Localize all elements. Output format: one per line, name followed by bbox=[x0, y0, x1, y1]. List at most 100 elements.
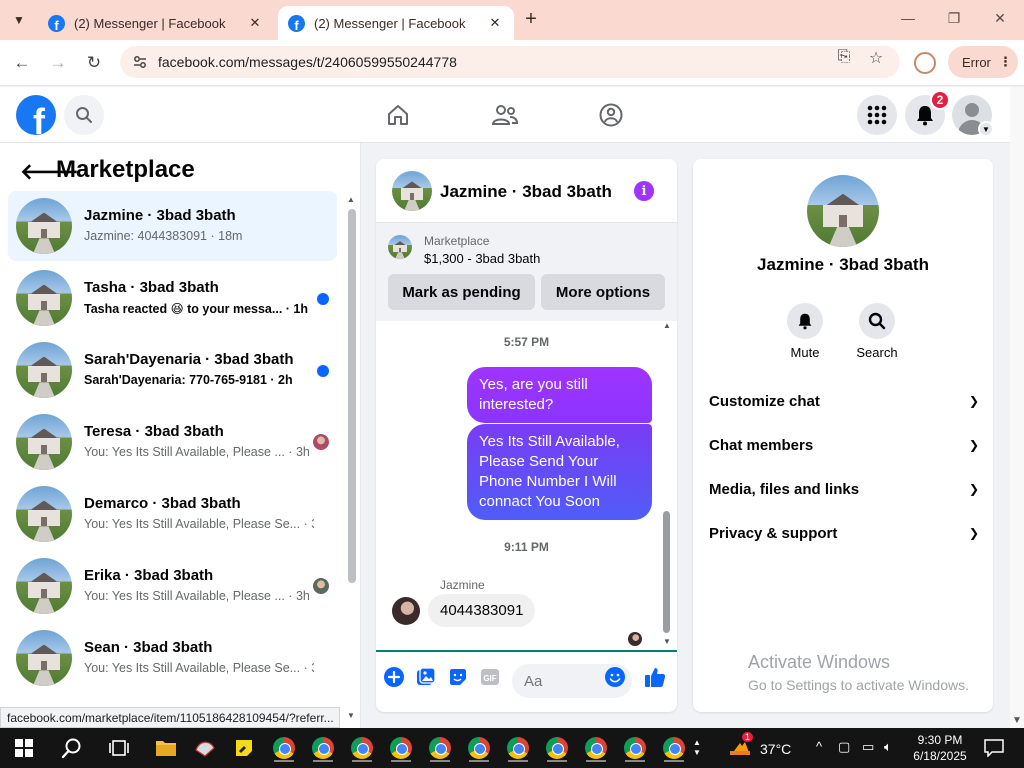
conversation-item[interactable]: Erika · 3bad 3bath You: Yes Its Still Ava… bbox=[8, 551, 337, 621]
info-listing-thumbnail[interactable] bbox=[807, 175, 879, 247]
sticker-icon[interactable] bbox=[447, 666, 469, 688]
sidebar-scroll-thumb[interactable] bbox=[348, 209, 356, 583]
task-view-icon[interactable] bbox=[105, 734, 133, 762]
chrome-icon[interactable] bbox=[621, 734, 649, 762]
file-explorer-icon[interactable] bbox=[152, 734, 180, 762]
conversation-item[interactable]: Jazmine · 3bad 3bath Jazmine: 4044383091 … bbox=[8, 191, 337, 261]
chrome-icon[interactable] bbox=[348, 734, 376, 762]
clock-date: 6/18/2025 bbox=[913, 749, 967, 763]
mute-button[interactable]: Mute bbox=[775, 303, 835, 360]
info-icon[interactable]: i bbox=[634, 181, 654, 201]
windows-start-icon[interactable] bbox=[10, 734, 38, 762]
page-scrollbar[interactable]: ▼ bbox=[1010, 87, 1024, 728]
thread-scroll-thumb[interactable] bbox=[663, 511, 670, 633]
customize-chat-section[interactable]: Customize chat ❯ bbox=[709, 383, 979, 419]
home-icon[interactable] bbox=[382, 99, 414, 131]
conversation-thumbnail bbox=[16, 342, 72, 398]
minimize-icon[interactable]: — bbox=[898, 10, 918, 26]
error-menu-button[interactable]: Error ⋮ bbox=[948, 46, 1018, 78]
new-tab-plus-icon[interactable]: + bbox=[520, 9, 542, 31]
incoming-message[interactable]: 4044383091 bbox=[428, 594, 536, 627]
scroll-up-icon[interactable]: ▲ bbox=[663, 321, 671, 330]
address-bar[interactable]: facebook.com/messages/t/2406059955024477… bbox=[120, 46, 900, 78]
taskbar-search-icon[interactable] bbox=[58, 734, 86, 762]
weather-widget[interactable]: 1 37°C bbox=[728, 732, 791, 760]
account-chevron-down-icon[interactable]: ▼ bbox=[978, 121, 994, 137]
conversation-item[interactable]: Sarah'Dayenaria · 3bad 3bath Sarah'Dayena… bbox=[8, 335, 337, 405]
chrome-icon[interactable] bbox=[270, 734, 298, 762]
mark-as-pending-button[interactable]: Mark as pending bbox=[388, 274, 535, 310]
listing-price-title[interactable]: $1,300 - 3bad 3bath bbox=[424, 251, 540, 266]
chrome-icon[interactable] bbox=[309, 734, 337, 762]
thumbs-up-icon[interactable] bbox=[644, 666, 666, 688]
taskbar-overflow-icon[interactable]: ▲ ▼ bbox=[690, 734, 704, 762]
forward-arrow-icon[interactable]: → bbox=[47, 52, 69, 74]
menu-grid-icon[interactable] bbox=[857, 95, 897, 135]
conversation-item[interactable]: Sean · 3bad 3bath You: Yes Its Still Avai… bbox=[8, 623, 337, 693]
site-settings-icon[interactable] bbox=[132, 54, 148, 70]
network-icon[interactable]: ▭ bbox=[862, 739, 874, 755]
conversation-preview: You: Yes Its Still Available, Please ...… bbox=[84, 589, 310, 603]
conversation-name: Erika · 3bad 3bath bbox=[84, 567, 214, 584]
scroll-down-icon[interactable]: ▼ bbox=[347, 711, 355, 720]
conversation-preview: You: Yes Its Still Available, Please Se.… bbox=[84, 661, 314, 675]
more-options-button[interactable]: More options bbox=[541, 274, 665, 310]
tab-search-chevron-icon[interactable]: ▼ bbox=[6, 8, 32, 32]
browser-tab-2[interactable]: f (2) Messenger | Facebook ✕ bbox=[278, 6, 514, 40]
chrome-icon[interactable] bbox=[504, 734, 532, 762]
listing-thumbnail[interactable] bbox=[388, 235, 412, 259]
search-icon[interactable] bbox=[64, 95, 104, 135]
gif-icon[interactable]: GIF bbox=[479, 666, 501, 688]
emoji-icon[interactable] bbox=[604, 666, 626, 688]
groups-icon[interactable] bbox=[595, 99, 627, 131]
taskbar-clock[interactable]: 9:30 PM 6/18/2025 bbox=[908, 732, 972, 764]
bookmark-star-icon[interactable]: ☆ bbox=[865, 48, 887, 70]
chrome-icon[interactable] bbox=[426, 734, 454, 762]
conversation-item[interactable]: Demarco · 3bad 3bath You: Yes Its Still A… bbox=[8, 479, 337, 549]
scroll-up-icon[interactable]: ▲ bbox=[347, 195, 355, 204]
install-app-icon[interactable]: ⎘ bbox=[833, 48, 855, 70]
friends-icon[interactable] bbox=[489, 99, 521, 131]
chrome-icon[interactable] bbox=[387, 734, 415, 762]
profile-icon[interactable] bbox=[914, 52, 936, 74]
back-arrow-icon[interactable]: ← bbox=[11, 52, 33, 74]
thread-scrollbar[interactable]: ▲ ▼ bbox=[662, 321, 672, 650]
notification-center-icon[interactable] bbox=[980, 734, 1008, 762]
tab-close-icon[interactable]: ✕ bbox=[486, 15, 504, 31]
reload-icon[interactable]: ↻ bbox=[83, 52, 105, 74]
show-hidden-icons-chevron-icon[interactable]: ^ bbox=[816, 739, 822, 754]
photo-gallery-icon[interactable] bbox=[415, 666, 437, 688]
chrome-icon[interactable] bbox=[582, 734, 610, 762]
volume-icon[interactable]: 🔈︎ bbox=[884, 739, 892, 755]
chrome-icon[interactable] bbox=[660, 734, 688, 762]
sidebar-scrollbar[interactable]: ▲ ▼ bbox=[347, 193, 357, 728]
app-icon[interactable] bbox=[191, 734, 219, 762]
conversation-preview: Sarah'Dayenaria: 770-765-9181 · 2h bbox=[84, 373, 293, 387]
outgoing-message[interactable]: Yes, are you still interested? bbox=[467, 367, 652, 423]
conversation-item[interactable]: Tasha · 3bad 3bath Tasha reacted 😆 to you… bbox=[8, 263, 337, 333]
plus-circle-icon[interactable] bbox=[383, 666, 405, 688]
chat-listing-thumbnail[interactable] bbox=[392, 171, 432, 211]
browser-tab-bar: ▼ f (2) Messenger | Facebook ✕ f (2) Mes… bbox=[0, 0, 1024, 40]
chat-title[interactable]: Jazmine · 3bad 3bath bbox=[440, 182, 612, 202]
restore-icon[interactable]: ❐ bbox=[944, 10, 964, 27]
section-label: Chat members bbox=[709, 436, 814, 454]
partner-avatar[interactable] bbox=[392, 597, 420, 625]
facebook-logo-icon[interactable]: f bbox=[16, 95, 56, 135]
media-files-links-section[interactable]: Media, files and links ❯ bbox=[709, 471, 979, 507]
search-in-chat-button[interactable]: Search bbox=[847, 303, 907, 360]
chrome-icon[interactable] bbox=[465, 734, 493, 762]
outgoing-message[interactable]: Yes Its Still Available, Please Send You… bbox=[467, 424, 652, 520]
window-close-icon[interactable]: ✕ bbox=[990, 10, 1010, 27]
chrome-icon[interactable] bbox=[543, 734, 571, 762]
privacy-support-section[interactable]: Privacy & support ❯ bbox=[709, 515, 979, 551]
unread-dot-icon bbox=[317, 365, 329, 377]
sticky-notes-icon[interactable] bbox=[230, 734, 258, 762]
tab-close-icon[interactable]: ✕ bbox=[246, 15, 264, 31]
chat-members-section[interactable]: Chat members ❯ bbox=[709, 427, 979, 463]
meet-now-icon[interactable]: ▢ bbox=[838, 739, 850, 755]
conversation-item[interactable]: Teresa · 3bad 3bath You: Yes Its Still Av… bbox=[8, 407, 337, 477]
scroll-down-icon[interactable]: ▼ bbox=[1012, 715, 1022, 726]
scroll-down-icon[interactable]: ▼ bbox=[663, 637, 671, 646]
browser-tab-1[interactable]: f (2) Messenger | Facebook ✕ bbox=[38, 6, 274, 40]
